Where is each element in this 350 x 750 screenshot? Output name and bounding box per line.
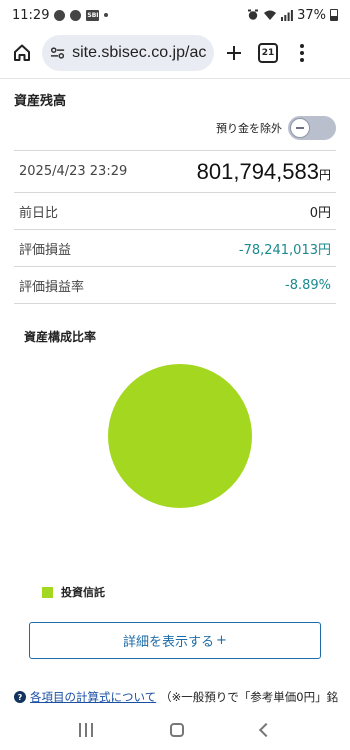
- total-balance-value: 801,794,583: [196, 158, 319, 184]
- page-title: 資産残高: [14, 94, 67, 109]
- browser-toolbar: site.sbisec.co.jp/acc 21: [0, 30, 350, 76]
- toggle-label: 預り金を除外: [216, 122, 282, 135]
- home-nav-button[interactable]: [169, 723, 184, 737]
- more-vert-icon: [300, 44, 304, 62]
- home-icon: [14, 44, 30, 61]
- chat-notification-icon: [70, 9, 82, 21]
- wifi-icon: [264, 10, 277, 20]
- legend-swatch: [42, 586, 53, 598]
- sbi-app-icon: SBI: [86, 9, 100, 21]
- tab-count: 21: [258, 43, 278, 63]
- day-change-label: 前日比: [19, 205, 59, 221]
- table-row: 評価損益 -78,241,013円: [14, 230, 336, 267]
- toolbar-divider: [0, 78, 350, 79]
- battery-icon: [330, 9, 338, 21]
- alarm-icon: [248, 9, 259, 20]
- signal-icon: [281, 10, 293, 21]
- system-nav-bar: [0, 710, 350, 750]
- day-change-value: 0円: [309, 205, 331, 221]
- note-text: （※一般預りで「参考単価0円」銘: [160, 690, 339, 704]
- status-time: 11:29: [12, 7, 50, 23]
- help-icon: ?: [14, 691, 26, 703]
- tab-switcher-button[interactable]: 21: [254, 39, 282, 67]
- plus-icon: +: [216, 633, 227, 648]
- show-details-label: 詳細を表示する: [123, 635, 215, 650]
- home-button[interactable]: [8, 39, 36, 67]
- unrealized-pl-rate-label: 評価損益率: [19, 279, 85, 295]
- battery-percent: 37%: [297, 7, 326, 23]
- exclude-deposit-toggle[interactable]: [288, 116, 336, 140]
- messaging-notification-icon: [54, 9, 66, 21]
- unrealized-pl-label: 評価損益: [19, 242, 72, 258]
- plus-icon: [227, 46, 241, 60]
- exclude-deposit-toggle-row: 預り金を除外: [216, 116, 336, 140]
- chart-legend: 投資信託: [42, 584, 105, 600]
- unrealized-pl-rate-value: -8.89%: [285, 277, 331, 293]
- as-of-datetime: 2025/4/23 23:29: [19, 164, 128, 179]
- more-notifications-icon: [104, 13, 109, 17]
- url-text: site.sbisec.co.jp/acc: [72, 44, 206, 61]
- table-row: 前日比 0円: [14, 193, 336, 230]
- calculation-note: ? 各項目の計算式について （※一般預りで「参考単価0円」銘: [14, 689, 350, 705]
- balance-table: 2025/4/23 23:29 801,794,583円 前日比 0円 評価損益…: [14, 150, 336, 304]
- asset-composition-pie-chart: [108, 364, 252, 508]
- new-tab-button[interactable]: [220, 39, 248, 67]
- total-row: 2025/4/23 23:29 801,794,583円: [14, 150, 336, 193]
- unrealized-pl-value: -78,241,013円: [238, 242, 331, 258]
- table-row: 評価損益率 -8.89%: [14, 267, 336, 304]
- browser-menu-button[interactable]: [288, 39, 316, 67]
- recent-apps-button[interactable]: [78, 723, 93, 737]
- calculation-formula-link[interactable]: 各項目の計算式について: [30, 689, 156, 705]
- status-bar: 11:29 SBI 37%: [0, 0, 350, 30]
- total-balance-unit: 円: [318, 167, 331, 182]
- toggle-knob-icon: [290, 118, 310, 138]
- url-bar[interactable]: site.sbisec.co.jp/acc: [42, 35, 214, 71]
- pie-slice: [108, 364, 252, 508]
- legend-label: 投資信託: [61, 586, 105, 599]
- composition-title: 資産構成比率: [24, 330, 97, 344]
- total-balance: 801,794,583円: [197, 159, 331, 185]
- back-button[interactable]: [259, 722, 274, 738]
- site-settings-icon: [50, 47, 65, 59]
- show-details-button[interactable]: 詳細を表示する +: [29, 622, 321, 659]
